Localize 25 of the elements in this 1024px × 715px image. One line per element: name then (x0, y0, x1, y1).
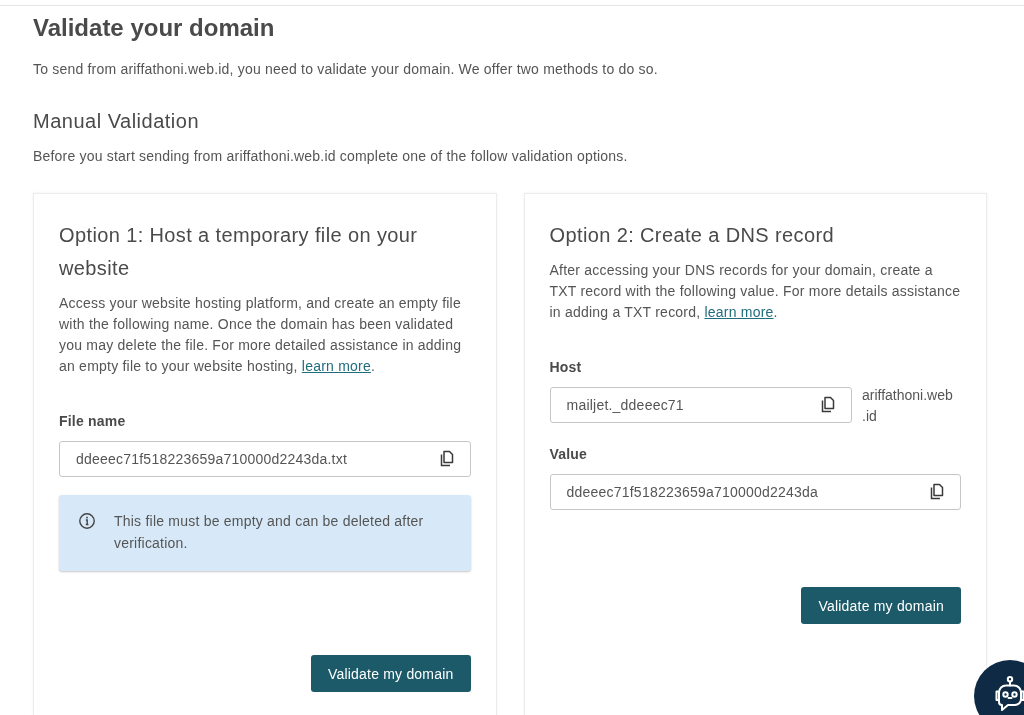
learn-more-link[interactable]: learn more (301, 358, 371, 374)
section-description: Before you start sending from ariffathoni.web.id complete one of the follow validation options. (33, 147, 629, 166)
validate-button[interactable]: Validate my domain (311, 655, 471, 692)
section-heading: Manual Validation (33, 109, 200, 134)
field-label: Host (549, 358, 583, 377)
domain-suffix: ariffathoni.web.id (862, 386, 954, 426)
copy-icon[interactable] (821, 396, 835, 413)
info-icon (79, 513, 95, 529)
intro-text: To send from ariffathoni.web.id, you need to validate your domain. We offer two methods to do so. (33, 60, 659, 79)
card-title: Option 1: Host a temporary file on your website (59, 223, 419, 281)
notice-text: This file must be empty and can be deleted after verification. (114, 512, 425, 553)
card-title: Option 2: Create a DNS record (549, 223, 835, 248)
copy-icon[interactable] (439, 450, 454, 467)
field-label: Value (549, 445, 589, 464)
text-field[interactable]: ddeeec71f518223659a710000d2243da (549, 474, 961, 510)
field-label: File name (59, 412, 127, 431)
card-description: After accessing your DNS records for your domain, create a TXT record with the following value. For more details assistance in adding a TXT record, learn more. (549, 261, 961, 322)
card-description: Access your website hosting platform, and create an empty file with the following name. Once the domain has been validated you may delete the file. For more detailed assistance in adding an empty file to your website hosting, learn more. (59, 294, 463, 376)
learn-more-link[interactable]: learn more (704, 304, 774, 320)
copy-icon[interactable] (930, 483, 944, 500)
page-title: Validate your domain (33, 13, 276, 43)
text-field[interactable]: ddeeec71f518223659a710000d2243da.txt (59, 441, 471, 477)
chat-button[interactable] (974, 660, 1024, 715)
text-field[interactable]: mailjet._ddeeec71 (549, 387, 852, 423)
validate-button[interactable]: Validate my domain (801, 587, 961, 624)
